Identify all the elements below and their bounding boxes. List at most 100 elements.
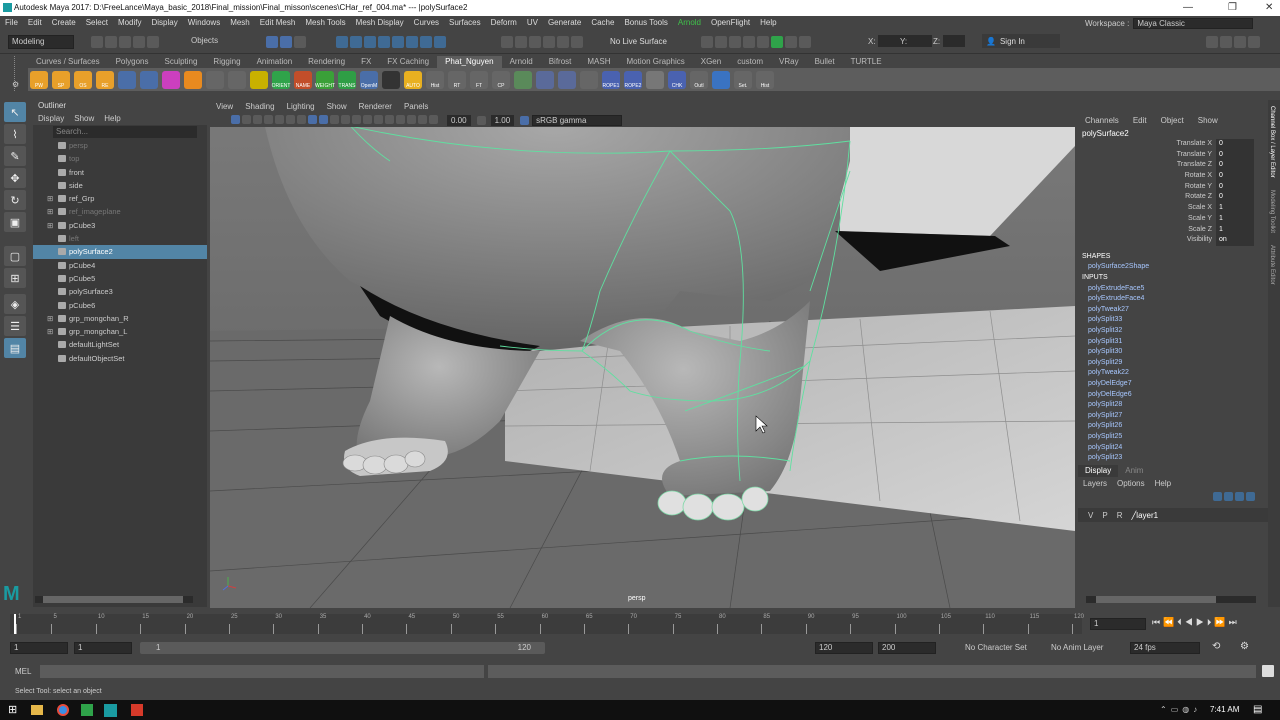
menu-modify[interactable]: Modify (113, 16, 147, 29)
shelf-tool-icon[interactable]: Hist (756, 70, 774, 89)
outliner-item[interactable]: left (33, 232, 207, 245)
input-node[interactable]: polySplit29 (1078, 358, 1268, 369)
channel-value[interactable]: 1 (1216, 203, 1254, 214)
four-view-icon[interactable]: ⊞ (4, 268, 26, 288)
menu-surfaces[interactable]: Surfaces (444, 16, 486, 29)
app-red-icon[interactable] (131, 704, 143, 716)
wireframe-icon[interactable] (308, 114, 317, 124)
shelf-tool-icon[interactable]: FT (470, 70, 488, 89)
menu-display[interactable]: Display (147, 16, 183, 29)
shelf-tool-icon[interactable]: RT (448, 70, 466, 89)
textured-icon[interactable] (330, 114, 339, 124)
outliner-item[interactable]: polySurface3 (33, 285, 207, 298)
outliner-item[interactable]: ⊞ pCube3 (33, 219, 207, 232)
channel-value[interactable]: 0 (1216, 181, 1254, 193)
snap-grid-icon[interactable] (336, 36, 348, 48)
input-node[interactable]: polySplit28 (1078, 400, 1268, 411)
lasso-tool-icon[interactable]: ⌇ (4, 124, 26, 144)
motion-blur-icon[interactable] (374, 114, 383, 124)
shelf-tool-icon[interactable]: Set. (734, 70, 752, 89)
shelf-tool-icon[interactable]: RE (96, 70, 114, 89)
outliner-item[interactable]: defaultObjectSet (33, 352, 207, 365)
current-frame-field[interactable]: 1 (1090, 618, 1146, 630)
shelf-settings-icon[interactable]: ⚙ (12, 80, 19, 89)
image-plane-icon[interactable] (264, 114, 273, 124)
menu-edit-mesh[interactable]: Edit Mesh (255, 16, 301, 29)
shelf-tool-icon[interactable] (514, 70, 532, 89)
smooth-shade-icon[interactable] (319, 114, 328, 124)
outliner-item[interactable]: ⊞ grp_mongchan_R (33, 312, 207, 325)
channel-menu-edit[interactable]: Edit (1126, 114, 1154, 127)
layer-tab-display[interactable]: Display (1078, 465, 1119, 477)
playback-end-field[interactable]: 120 (815, 642, 873, 654)
film-gate-icon[interactable] (286, 114, 295, 124)
channel-row[interactable]: Translate X 0 (1078, 139, 1268, 150)
shelf-tool-icon[interactable]: SP (52, 70, 70, 89)
input-node[interactable]: polySplit27 (1078, 411, 1268, 422)
shelf-tab-turtle[interactable]: TURTLE (843, 56, 890, 68)
bookmark-icon[interactable] (253, 114, 262, 124)
render-view-icon[interactable] (701, 36, 713, 48)
layer-row[interactable]: V P R ╱layer1 (1078, 508, 1268, 522)
layer-menu-options[interactable]: Options (1112, 479, 1150, 488)
shelf-tab-sculpting[interactable]: Sculpting (157, 56, 206, 68)
input-node[interactable]: polySplit30 (1078, 347, 1268, 358)
input-node[interactable]: polyDelEdge7 (1078, 379, 1268, 390)
close-icon[interactable]: ✕ (1265, 0, 1273, 16)
shelf-tab-mash[interactable]: MASH (579, 56, 618, 68)
redo-icon[interactable] (147, 36, 159, 48)
viewport-menu-lighting[interactable]: Lighting (281, 101, 321, 113)
shelf-tool-icon[interactable]: CHK (668, 70, 686, 89)
grid-icon[interactable] (275, 114, 284, 124)
gamma-field[interactable]: 1.00 (490, 114, 515, 126)
input-node[interactable]: polyExtrudeFace5 (1078, 284, 1268, 295)
expand-icon[interactable]: ⊞ (47, 325, 53, 338)
menu-select[interactable]: Select (81, 16, 113, 29)
menu-uv[interactable]: UV (522, 16, 543, 29)
camera-attr-icon[interactable] (242, 114, 251, 124)
channel-menu-channels[interactable]: Channels (1078, 114, 1126, 127)
layer-menu-layers[interactable]: Layers (1078, 479, 1112, 488)
lights-icon[interactable] (341, 114, 350, 124)
outliner-item[interactable]: defaultLightSet (33, 338, 207, 351)
move-layer-down-icon[interactable] (1224, 491, 1233, 501)
pause-icon[interactable] (799, 36, 811, 48)
single-view-icon[interactable]: ▢ (4, 246, 26, 266)
channel-row[interactable]: Rotate X 0 (1078, 171, 1268, 182)
shelf-tab-animation[interactable]: Animation (249, 56, 301, 68)
shelf-tool-icon[interactable]: ROPE2 (624, 70, 642, 89)
end-time-field[interactable]: 200 (878, 642, 936, 654)
viewport-menu-panels[interactable]: Panels (398, 101, 434, 113)
outliner-layout-icon[interactable]: ☰ (4, 316, 26, 336)
snap-lock-icon[interactable] (434, 36, 446, 48)
new-scene-icon[interactable] (91, 36, 103, 48)
expand-icon[interactable]: ⊞ (47, 192, 53, 205)
channel-row[interactable]: Translate Y 0 (1078, 149, 1268, 161)
live-surface-label[interactable]: No Live Surface (610, 37, 667, 46)
layer-menu-help[interactable]: Help (1150, 479, 1176, 488)
channel-value[interactable]: 0 (1216, 192, 1254, 204)
expand-icon[interactable]: ⊞ (47, 312, 53, 325)
channel-menu-show[interactable]: Show (1191, 114, 1225, 127)
app-green-icon[interactable] (81, 704, 93, 716)
outliner-item[interactable]: pCube6 (33, 299, 207, 312)
layout-icon[interactable]: ◈ (4, 294, 26, 314)
outliner-menu-show[interactable]: Show (69, 112, 99, 125)
new-layer-icon[interactable] (1235, 491, 1244, 501)
shelf-tool-icon[interactable] (536, 70, 554, 89)
new-layer-selected-icon[interactable] (1246, 491, 1255, 501)
menu-create[interactable]: Create (47, 16, 81, 29)
viewport-menu-renderer[interactable]: Renderer (353, 101, 398, 113)
shelf-tab-fx-caching[interactable]: FX Caching (379, 56, 437, 68)
channel-menu-object[interactable]: Object (1154, 114, 1191, 127)
menu-openflight[interactable]: OpenFlight (706, 16, 755, 29)
channel-value[interactable]: 0 (1216, 139, 1254, 150)
shelf-tab-phat-nguyen[interactable]: Phat_Nguyen (437, 56, 502, 68)
expand-icon[interactable]: ⊞ (47, 219, 53, 232)
shelf-tool-icon[interactable]: PW (30, 70, 48, 89)
shelf-tool-icon[interactable]: OpenM (360, 70, 378, 89)
side-tab[interactable]: Channel Box / Layer Editor (1268, 100, 1276, 184)
channel-value[interactable]: 0 (1216, 149, 1254, 161)
shelf-tool-icon[interactable] (558, 70, 576, 89)
shelf-tab-curves-surfaces[interactable]: Curves / Surfaces (28, 56, 108, 68)
